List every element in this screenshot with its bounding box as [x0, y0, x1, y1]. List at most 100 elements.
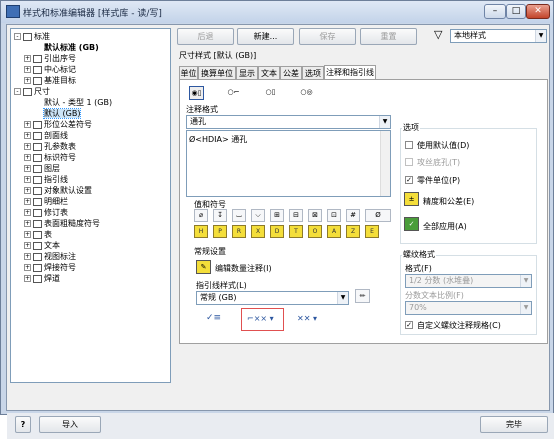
- tab-5[interactable]: 选项: [302, 66, 324, 80]
- tree-item[interactable]: + 中心标记: [24, 64, 76, 75]
- precision-tolerance-icon[interactable]: ±: [404, 192, 419, 206]
- tree-item[interactable]: 默认标准 (GB): [44, 42, 99, 53]
- note-type-chamfer-icon[interactable]: ○⌐: [226, 86, 241, 100]
- expander-icon[interactable]: +: [24, 121, 31, 128]
- symbol-button[interactable]: ⌀: [194, 209, 208, 222]
- expander-icon[interactable]: +: [24, 77, 31, 84]
- tree-item[interactable]: - 尺寸: [14, 86, 50, 97]
- help-button[interactable]: ?: [15, 416, 31, 433]
- expander-icon[interactable]: +: [24, 143, 31, 150]
- fraction-scale-select[interactable]: 70% ▼: [405, 301, 532, 315]
- tree-item[interactable]: + 基准目标: [24, 75, 76, 86]
- expander-icon[interactable]: -: [14, 88, 21, 95]
- custom-thread-checkbox[interactable]: ✓: [405, 321, 413, 329]
- expander-icon[interactable]: -: [14, 33, 21, 40]
- tree-item[interactable]: + 明细栏: [24, 196, 68, 207]
- note-type-hole-icon[interactable]: ◉▯: [189, 86, 204, 100]
- tree-item[interactable]: + 焊接符号: [24, 262, 76, 273]
- reset-button[interactable]: 重置: [360, 28, 417, 45]
- symbol-button[interactable]: ⊟: [289, 209, 303, 222]
- tree-root-standard[interactable]: - 标准: [14, 31, 50, 42]
- tree-item[interactable]: + 形位公差符号: [24, 119, 92, 130]
- tree-item[interactable]: + 表面粗糙度符号: [24, 218, 100, 229]
- expander-icon[interactable]: +: [24, 242, 31, 249]
- symbol-button[interactable]: T: [289, 225, 303, 238]
- note-text-area[interactable]: Ø<HDIA> 通孔: [186, 130, 391, 197]
- note-type-select[interactable]: 通孔 ▼: [186, 115, 391, 129]
- thread-bottom-checkbox[interactable]: [405, 158, 413, 166]
- note-type-bend-icon[interactable]: ○◎: [299, 86, 314, 100]
- back-button[interactable]: 后退: [177, 28, 234, 45]
- expander-icon[interactable]: +: [24, 132, 31, 139]
- done-button[interactable]: 完毕: [480, 416, 548, 433]
- symbol-button[interactable]: O: [308, 225, 322, 238]
- tree-item[interactable]: + 对象默认设置: [24, 185, 92, 196]
- use-default-checkbox[interactable]: [405, 141, 413, 149]
- minimize-button[interactable]: –: [484, 4, 506, 19]
- text-position-icon[interactable]: ✕✕ ▾: [297, 314, 317, 323]
- expander-icon[interactable]: +: [24, 154, 31, 161]
- apply-all-icon[interactable]: ✓: [404, 217, 419, 231]
- tree-item[interactable]: + 指引线: [24, 174, 68, 185]
- expander-icon[interactable]: +: [24, 66, 31, 73]
- leader-style-edit-icon[interactable]: ✏: [355, 289, 370, 303]
- expander-icon[interactable]: +: [24, 55, 31, 62]
- expander-icon[interactable]: +: [24, 176, 31, 183]
- symbol-button[interactable]: Z: [346, 225, 360, 238]
- apply-all-button[interactable]: 全部应用(A): [423, 221, 467, 232]
- symbol-button[interactable]: ⊠: [308, 209, 322, 222]
- note-type-punch-icon[interactable]: ○▯: [263, 86, 278, 100]
- expander-icon[interactable]: +: [24, 253, 31, 260]
- tree-item[interactable]: + 标识符号: [24, 152, 76, 163]
- save-button[interactable]: 保存: [299, 28, 356, 45]
- maximize-button[interactable]: □: [506, 4, 526, 19]
- tab-2[interactable]: 显示: [236, 66, 258, 80]
- expander-icon[interactable]: +: [24, 187, 31, 194]
- edit-quantity-icon[interactable]: ✎: [196, 260, 211, 274]
- tree-item[interactable]: + 焊道: [24, 273, 60, 284]
- symbol-button[interactable]: ⌵: [251, 209, 265, 222]
- tab-4[interactable]: 公差: [280, 66, 302, 80]
- expander-icon[interactable]: +: [24, 220, 31, 227]
- tree-item[interactable]: + 表: [24, 229, 52, 240]
- leader-terminator-icon[interactable]: ✓≡: [206, 313, 221, 323]
- filter-select[interactable]: 本地样式 ▼: [450, 29, 547, 43]
- zero-units-checkbox[interactable]: ✓: [405, 176, 413, 184]
- thread-format-select[interactable]: 1/2 分数 (水堆叠) ▼: [405, 274, 532, 288]
- precision-tolerance-button[interactable]: 精度和公差(E): [423, 196, 474, 207]
- tree-item[interactable]: + 引出序号: [24, 53, 76, 64]
- symbol-button[interactable]: P: [213, 225, 227, 238]
- tree-item[interactable]: + 剖面线: [24, 130, 68, 141]
- leader-position-button[interactable]: ⌐×× ▾: [241, 308, 284, 331]
- expander-icon[interactable]: +: [24, 198, 31, 205]
- tree-item[interactable]: + 视图标注: [24, 251, 76, 262]
- symbol-button[interactable]: A: [327, 225, 341, 238]
- symbol-button[interactable]: R: [232, 225, 246, 238]
- tab-6[interactable]: 注释和指引线: [324, 65, 376, 80]
- style-tree[interactable]: - 标准 默认标准 (GB) + 引出序号 + 中心标记 + 基准目标 - 尺寸 默认 - 类型 1 …: [10, 28, 171, 383]
- close-button[interactable]: ✕: [526, 4, 550, 19]
- scrollbar[interactable]: [380, 131, 390, 196]
- expander-icon[interactable]: +: [24, 231, 31, 238]
- symbol-button[interactable]: ⊡: [327, 209, 341, 222]
- symbol-button[interactable]: H: [194, 225, 208, 238]
- tree-item[interactable]: + 修订表: [24, 207, 68, 218]
- symbol-button[interactable]: ⌴: [232, 209, 246, 222]
- new-button[interactable]: 新建...: [237, 28, 294, 45]
- tree-item[interactable]: + 图层: [24, 163, 60, 174]
- expander-icon[interactable]: +: [24, 165, 31, 172]
- leader-style-select[interactable]: 常规 (GB) ▼: [196, 291, 349, 305]
- symbol-button[interactable]: ↧: [213, 209, 227, 222]
- tree-item[interactable]: + 孔参数表: [24, 141, 76, 152]
- expander-icon[interactable]: +: [24, 275, 31, 282]
- symbol-button[interactable]: Ø: [365, 209, 391, 222]
- expander-icon[interactable]: +: [24, 209, 31, 216]
- tab-1[interactable]: 换算单位: [198, 66, 236, 80]
- tree-item[interactable]: 默认 (GB): [42, 108, 82, 119]
- tree-item[interactable]: + 文本: [24, 240, 60, 251]
- symbol-button[interactable]: X: [251, 225, 265, 238]
- edit-quantity-button[interactable]: 编辑数量注释(I): [215, 263, 272, 274]
- symbol-button[interactable]: ⊞: [270, 209, 284, 222]
- symbol-button[interactable]: D: [270, 225, 284, 238]
- tab-0[interactable]: 单位: [179, 66, 198, 80]
